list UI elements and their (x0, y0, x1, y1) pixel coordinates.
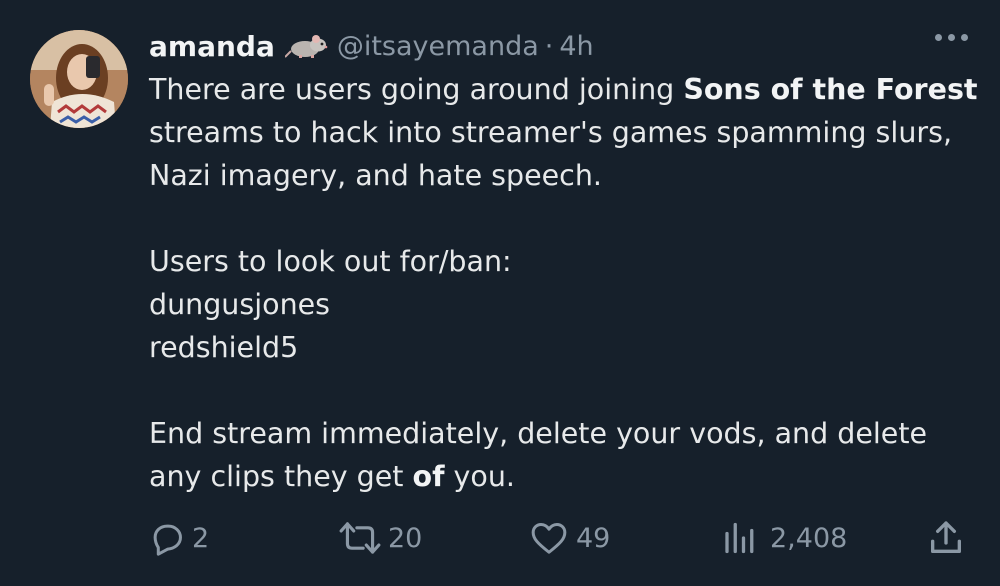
views-button[interactable]: 2,408 (722, 516, 847, 560)
username-item: redshield5 (149, 331, 299, 364)
more-dot-icon (935, 34, 942, 41)
share-icon (926, 518, 966, 558)
text-segment: you. (444, 460, 515, 493)
retweet-count: 20 (388, 522, 423, 554)
like-count: 49 (576, 522, 611, 554)
share-button[interactable] (926, 516, 966, 560)
retweet-icon (338, 519, 382, 557)
retweet-button[interactable]: 20 (338, 516, 422, 560)
timestamp[interactable]: 4h (559, 31, 593, 62)
text-segment: End stream immediately, delete your vods… (149, 417, 928, 493)
username-item: dungusjones (149, 288, 331, 321)
reply-button[interactable]: 2 (148, 516, 209, 560)
avatar[interactable] (30, 30, 128, 128)
author-handle[interactable]: @itsayemanda (337, 31, 539, 62)
list-intro: Users to look out for/ban: (149, 245, 512, 278)
tweet-paragraph-final: End stream immediately, delete your vods… (149, 412, 979, 498)
more-dot-icon (948, 34, 955, 41)
more-dot-icon (961, 34, 968, 41)
bold-text-segment: of (412, 460, 445, 493)
bold-text-segment: Sons of the Forest (683, 73, 978, 106)
action-bar: 2 20 49 2,408 (148, 516, 970, 560)
tweet-text: There are users going around joining Son… (149, 68, 979, 498)
tweet-paragraph-1: There are users going around joining Son… (149, 68, 979, 197)
reply-icon (148, 519, 186, 557)
separator-dot: · (544, 30, 554, 62)
reply-count: 2 (192, 522, 210, 554)
like-button[interactable]: 49 (530, 516, 610, 560)
more-options-button[interactable] (935, 34, 968, 41)
text-segment: streams to hack into streamer's games sp… (149, 116, 953, 192)
views-count: 2,408 (770, 522, 848, 554)
author-display-name[interactable]: amanda (149, 30, 275, 63)
tweet-header: amanda @itsayemanda · 4h (149, 26, 594, 66)
rat-emoji-icon (284, 33, 329, 59)
heart-icon (530, 520, 568, 556)
views-icon (722, 520, 756, 556)
tweet: amanda @itsayemanda · 4h There are users… (0, 0, 1000, 586)
text-segment: There are users going around joining (149, 73, 684, 106)
